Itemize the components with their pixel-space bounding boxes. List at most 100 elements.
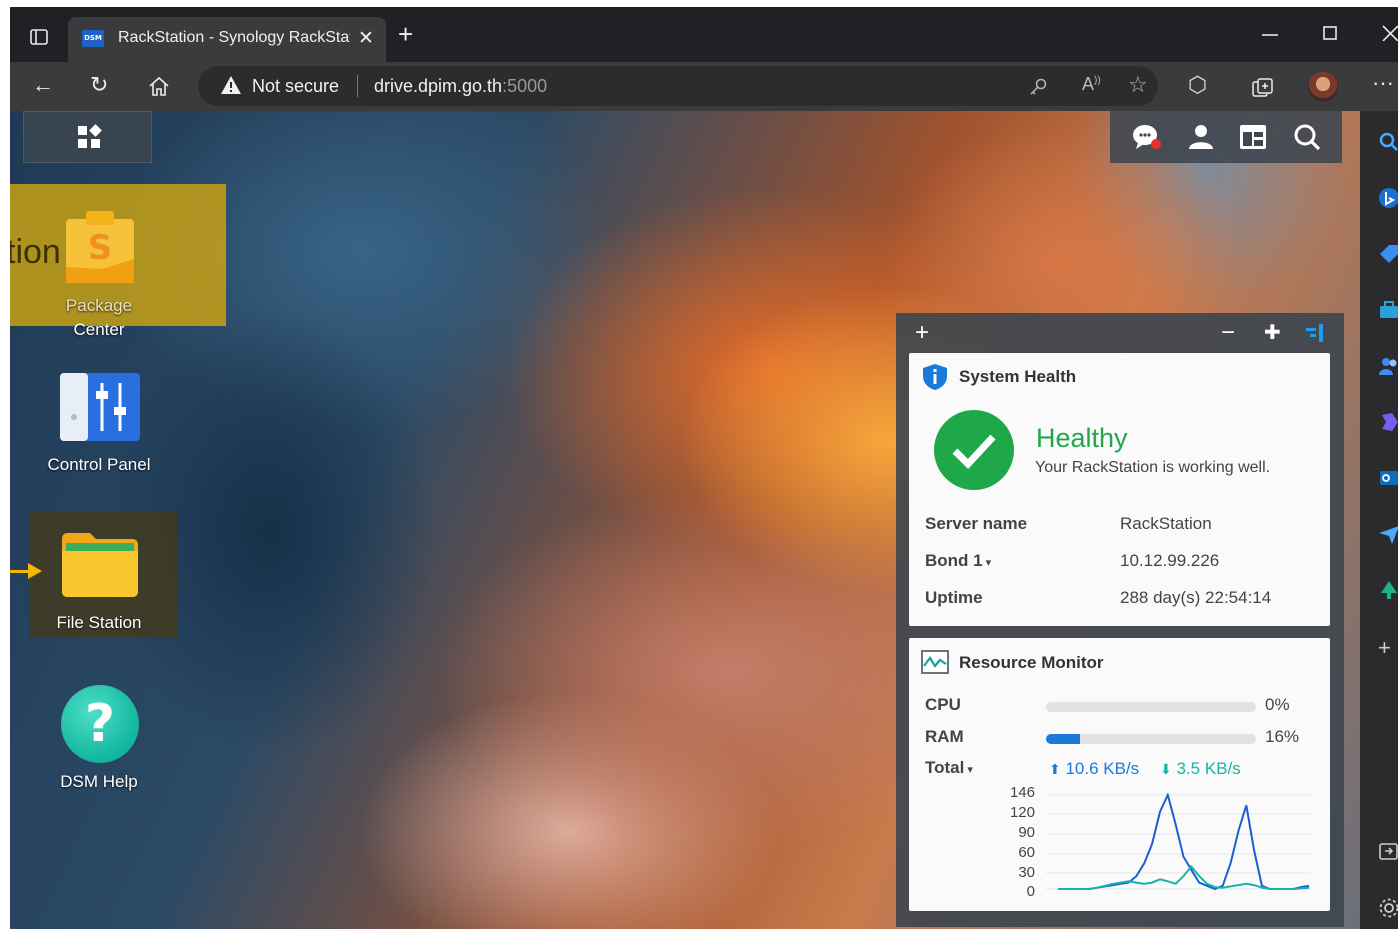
health-message: Your RackStation is working well. — [1035, 459, 1271, 476]
system-health-title: System Health — [959, 367, 1077, 386]
network-chart — [1046, 793, 1311, 891]
back-icon[interactable]: ← — [32, 72, 54, 98]
resource-monitor-card: Resource Monitor CPU 0% RAM 16% Total ▾ … — [909, 638, 1330, 911]
search-icon[interactable] — [1292, 123, 1322, 151]
health-status: Healthy — [1036, 423, 1128, 453]
total-label: Total — [925, 758, 965, 777]
resource-monitor-title: Resource Monitor — [959, 653, 1104, 672]
address-bar[interactable]: Not secure drive.dpim.go.th:5000 A)) ☆ — [198, 66, 1158, 106]
widgets-icon[interactable] — [1238, 123, 1268, 151]
refresh-icon[interactable]: ↻ — [90, 72, 108, 98]
dsm-help-label[interactable]: DSM Help — [29, 771, 169, 793]
dsm-help-icon[interactable]: ? — [61, 685, 139, 763]
edge-sidebar: + — [1360, 111, 1398, 929]
y-tick-label: 120 — [1009, 804, 1035, 821]
copilot-icon[interactable] — [1378, 411, 1398, 433]
cpu-usage-bar — [1046, 702, 1256, 712]
dsm-favicon-icon: DSM — [82, 30, 104, 47]
y-tick-label: 0 — [1026, 883, 1035, 900]
server-name-value: RackStation — [1120, 514, 1212, 533]
pin-icon[interactable]: ✚ — [1264, 321, 1281, 345]
healthy-check-icon — [934, 410, 1014, 490]
file-station-icon[interactable] — [60, 531, 140, 599]
cpu-value: 0% — [1265, 695, 1290, 714]
system-health-card: System Health Healthy Your RackStation i… — [909, 353, 1330, 626]
sidebar-toggle-icon[interactable] — [30, 29, 48, 45]
maximize-icon[interactable] — [1323, 26, 1337, 40]
bing-icon[interactable] — [1378, 187, 1398, 209]
upload-speed: ⬆ 10.6 KB/s — [1049, 759, 1139, 779]
security-label[interactable]: Not secure — [252, 76, 339, 97]
user-icon[interactable] — [1186, 123, 1216, 151]
package-center-icon[interactable]: S — [62, 209, 138, 285]
ram-usage-fill — [1046, 734, 1080, 744]
pointer-arrow-head — [28, 563, 42, 579]
profile-avatar[interactable] — [1308, 72, 1338, 102]
svg-text:S: S — [88, 228, 113, 268]
control-panel-icon[interactable] — [60, 373, 140, 441]
server-name-label: Server name — [925, 514, 1028, 533]
briefcase-icon[interactable] — [1378, 299, 1398, 321]
add-icon[interactable]: + — [1378, 637, 1398, 659]
read-aloud-icon[interactable]: A)) — [1082, 74, 1101, 95]
key-icon[interactable] — [1028, 77, 1048, 97]
search-icon[interactable] — [1378, 131, 1398, 153]
control-panel-label[interactable]: Control Panel — [29, 454, 169, 476]
screen-share-icon[interactable] — [1378, 841, 1398, 863]
tag-icon[interactable] — [1378, 243, 1398, 265]
people-icon[interactable] — [1378, 355, 1398, 377]
y-tick-label: 60 — [1018, 844, 1035, 861]
new-tab-icon[interactable]: + — [398, 21, 413, 47]
more-icon[interactable]: ··· — [1372, 70, 1394, 96]
total-dropdown[interactable]: Total ▾ — [925, 758, 973, 778]
collections-icon[interactable] — [1252, 78, 1274, 98]
highlight-label: tion — [10, 233, 61, 271]
main-menu-button[interactable] — [23, 111, 152, 163]
home-icon[interactable] — [148, 76, 170, 96]
url-port: :5000 — [502, 76, 548, 96]
send-icon[interactable] — [1378, 523, 1398, 545]
url-host: drive.dpim.go.th — [374, 76, 503, 96]
bond-dropdown[interactable]: Bond 1 ▾ — [925, 551, 991, 571]
minimize-icon[interactable] — [1262, 33, 1278, 37]
tree-icon[interactable] — [1378, 579, 1398, 601]
address-divider — [357, 75, 358, 97]
browser-tab[interactable]: DSM RackStation - Synology RackStati ✕ — [68, 17, 386, 62]
package-center-label-1[interactable]: Package — [29, 295, 169, 317]
download-series-line — [1058, 864, 1310, 890]
download-speed: ⬇ 3.5 KB/s — [1160, 759, 1241, 779]
ram-label: RAM — [925, 727, 964, 746]
close-tab-icon[interactable]: ✕ — [358, 27, 374, 50]
browser-window: DSM RackStation - Synology RackStati ✕ +… — [10, 7, 1398, 929]
resource-monitor-icon — [921, 650, 949, 674]
y-tick-label: 30 — [1018, 864, 1035, 881]
file-station-label[interactable]: File Station — [29, 612, 169, 634]
bond-ip-value: 10.12.99.226 — [1120, 551, 1220, 570]
add-widget-icon[interactable]: + — [915, 321, 929, 345]
ram-value: 16% — [1265, 727, 1300, 746]
info-shield-icon — [923, 364, 947, 390]
tab-strip: DSM RackStation - Synology RackStati ✕ + — [10, 7, 1398, 62]
chevron-down-icon: ▾ — [982, 557, 992, 569]
url-text[interactable]: drive.dpim.go.th:5000 — [374, 76, 547, 97]
extensions-icon[interactable]: ⬡ — [1188, 72, 1207, 98]
download-value: 3.5 KB/s — [1176, 759, 1241, 778]
package-center-label-2[interactable]: Center — [29, 319, 169, 341]
uptime-label: Uptime — [925, 588, 983, 607]
upload-value: 10.6 KB/s — [1065, 759, 1140, 778]
add-favorite-icon[interactable]: ☆ — [1128, 72, 1148, 98]
pointer-arrow — [10, 570, 28, 573]
ram-usage-bar — [1046, 734, 1256, 744]
collapse-widgets-icon[interactable] — [1304, 323, 1324, 343]
upload-arrow-icon: ⬆ — [1049, 761, 1061, 777]
minimize-widget-icon[interactable]: − — [1221, 321, 1235, 345]
warning-icon — [221, 76, 241, 94]
notification-icon[interactable] — [1132, 123, 1162, 151]
browser-toolbar: ← ↻ Not secure drive.dpim.go.th:5000 A))… — [10, 62, 1398, 111]
settings-icon[interactable] — [1378, 897, 1398, 919]
y-tick-label: 90 — [1018, 824, 1035, 841]
widget-panel: + − ✚ System Health Healthy Your RackSta… — [896, 313, 1344, 927]
outlook-icon[interactable] — [1378, 467, 1398, 489]
chart-grid — [1046, 794, 1311, 890]
close-window-icon[interactable] — [1382, 25, 1398, 41]
